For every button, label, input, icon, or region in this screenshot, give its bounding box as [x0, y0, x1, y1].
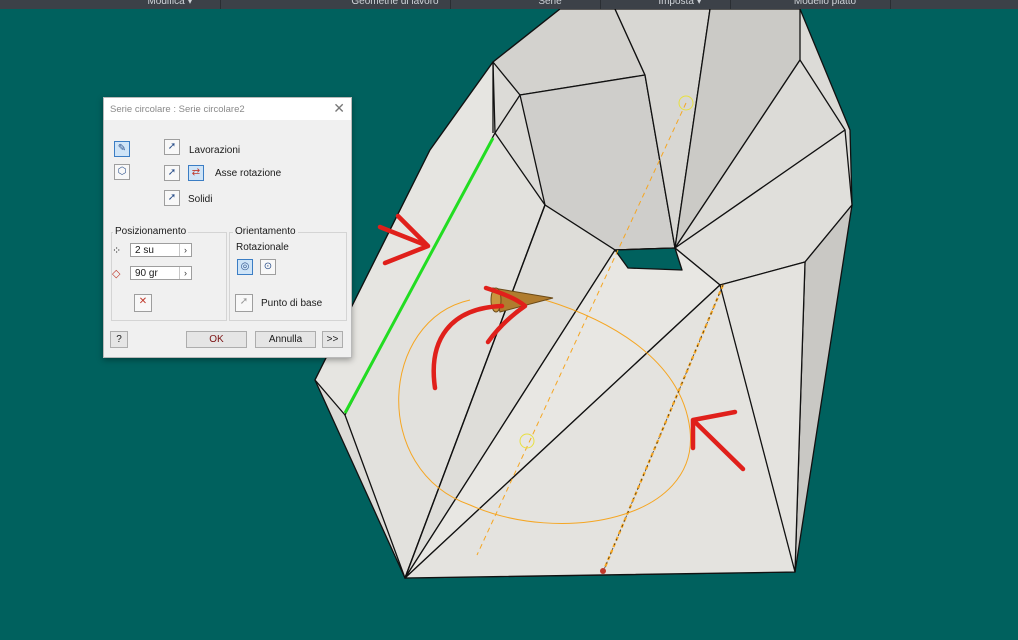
close-icon[interactable]: ✕	[333, 100, 345, 117]
ribbon-tab-flat-pattern[interactable]: Modello piatto	[760, 0, 891, 9]
part-model[interactable]	[314, 9, 853, 579]
count-field[interactable]: 2 su ›	[130, 243, 192, 257]
cancel-button[interactable]: Annulla	[255, 331, 316, 348]
ribbon-bar: Modifica ▾ Geometrie di lavoro Serie Imp…	[0, 0, 1018, 9]
ribbon-tab-work-features[interactable]: Geometrie di lavoro	[340, 0, 451, 9]
ribbon-tab-setup[interactable]: Imposta ▾	[630, 0, 731, 9]
solids-mode-icon[interactable]: ⬡	[114, 164, 130, 180]
features-mode-icon[interactable]: ✎	[114, 141, 130, 157]
dialog-title-bar[interactable]: Serie circolare : Serie circolare2 ✕	[104, 98, 351, 120]
rotational-orientation-icon[interactable]: ◎	[237, 259, 253, 275]
midplane-icon[interactable]: ✕	[134, 294, 152, 312]
angle-arrow-icon[interactable]: ›	[179, 267, 191, 279]
features-label: Lavorazioni	[189, 145, 241, 156]
ribbon-tab-modifica[interactable]: Modifica ▾	[120, 0, 221, 9]
circular-pattern-dialog: Serie circolare : Serie circolare2 ✕ ✎ ⬡…	[103, 97, 352, 358]
ribbon-tab-pattern[interactable]: Serie	[500, 0, 601, 9]
ok-button[interactable]: OK	[186, 331, 247, 348]
angle-value: 90 gr	[135, 268, 158, 279]
base-point-icon[interactable]: ➚	[235, 294, 253, 312]
count-arrow-icon[interactable]: ›	[179, 244, 191, 256]
solids-select-icon[interactable]: ➚	[164, 190, 180, 206]
dialog-title: Serie circolare : Serie circolare2	[110, 104, 245, 115]
count-icon: ⁘	[112, 245, 122, 257]
axis-select-icon[interactable]: ➚	[164, 165, 180, 181]
features-select-icon[interactable]: ➚	[164, 139, 180, 155]
solids-label: Solidi	[188, 194, 213, 205]
flip-direction-icon[interactable]: ⇄	[188, 165, 204, 181]
count-value: 2 su	[135, 245, 154, 256]
placement-title: Posizionamento	[113, 226, 189, 237]
axis-end-marker	[600, 568, 606, 574]
axis-label: Asse rotazione	[215, 168, 282, 179]
base-point-label: Punto di base	[261, 298, 323, 309]
angle-field[interactable]: 90 gr ›	[130, 266, 192, 280]
help-button[interactable]: ?	[110, 331, 128, 348]
more-button[interactable]: >>	[322, 331, 343, 348]
fixed-orientation-icon[interactable]: ⊙	[260, 259, 276, 275]
angle-icon: ◇	[112, 268, 121, 280]
orientation-title: Orientamento	[233, 226, 298, 237]
orientation-subtitle: Rotazionale	[236, 242, 289, 253]
